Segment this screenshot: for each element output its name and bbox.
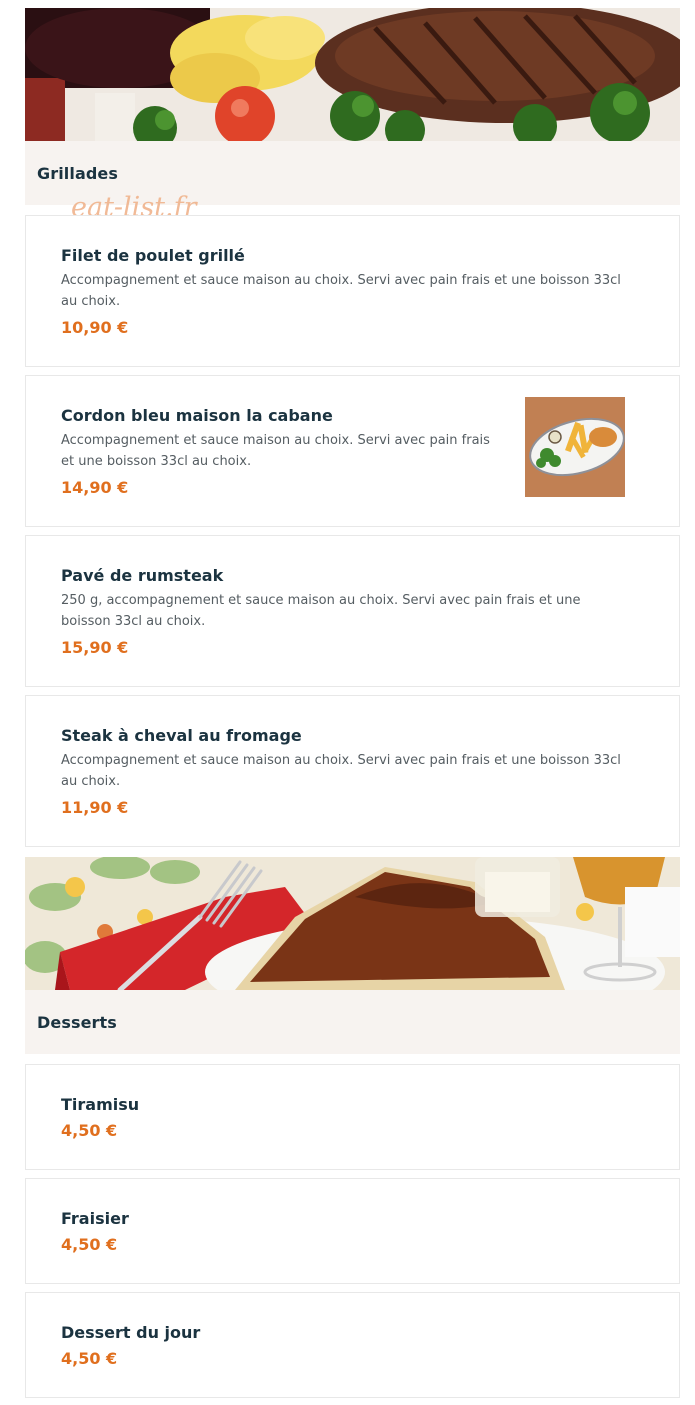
menu-item-price: 4,50 €	[61, 1121, 118, 1140]
grillades-banner-image	[25, 8, 680, 141]
menu-item-description: Accompagnement et sauce maison au choix.…	[61, 753, 621, 789]
menu-item-price: 11,90 €	[61, 798, 129, 817]
menu-item-card[interactable]: Steak à cheval au fromage Accompagnement…	[25, 695, 680, 847]
menu-item-card[interactable]: Cordon bleu maison la cabane Accompagnem…	[25, 375, 680, 527]
menu-item-name: Cordon bleu maison la cabane	[61, 406, 333, 425]
menu-item-photo[interactable]	[525, 397, 625, 497]
menu-item-name: Filet de poulet grillé	[61, 246, 245, 265]
menu-item-card[interactable]: Filet de poulet grillé Accompagnement et…	[25, 215, 680, 367]
section-title: Desserts	[37, 1012, 117, 1032]
desserts-banner-image	[25, 857, 680, 990]
menu-item-card[interactable]: Pavé de rumsteak 250 g, accompagnement e…	[25, 535, 680, 687]
menu-item-description: Accompagnement et sauce maison au choix.…	[61, 273, 621, 309]
section-header-desserts: Desserts	[25, 990, 680, 1054]
menu-item-description: Accompagnement et sauce maison au choix.…	[61, 433, 490, 469]
menu-item-name: Steak à cheval au fromage	[61, 726, 302, 745]
menu-item-card[interactable]: Tiramisu 4,50 €	[25, 1064, 680, 1170]
menu-item-price: 14,90 €	[61, 478, 129, 497]
menu-item-name: Dessert du jour	[61, 1323, 201, 1342]
menu-item-price: 15,90 €	[61, 638, 129, 657]
menu-item-price: 4,50 €	[61, 1235, 118, 1254]
menu-item-name: Pavé de rumsteak	[61, 566, 224, 585]
menu-item-name: Tiramisu	[61, 1095, 140, 1114]
section-title: Grillades	[37, 163, 119, 183]
menu-item-price: 4,50 €	[61, 1349, 118, 1368]
menu-item-card[interactable]: Fraisier 4,50 €	[25, 1178, 680, 1284]
menu-item-card[interactable]: Dessert du jour 4,50 €	[25, 1292, 680, 1398]
menu-item-description: 250 g, accompagnement et sauce maison au…	[61, 593, 581, 629]
menu-item-name: Fraisier	[61, 1209, 129, 1228]
menu-item-price: 10,90 €	[61, 318, 129, 337]
